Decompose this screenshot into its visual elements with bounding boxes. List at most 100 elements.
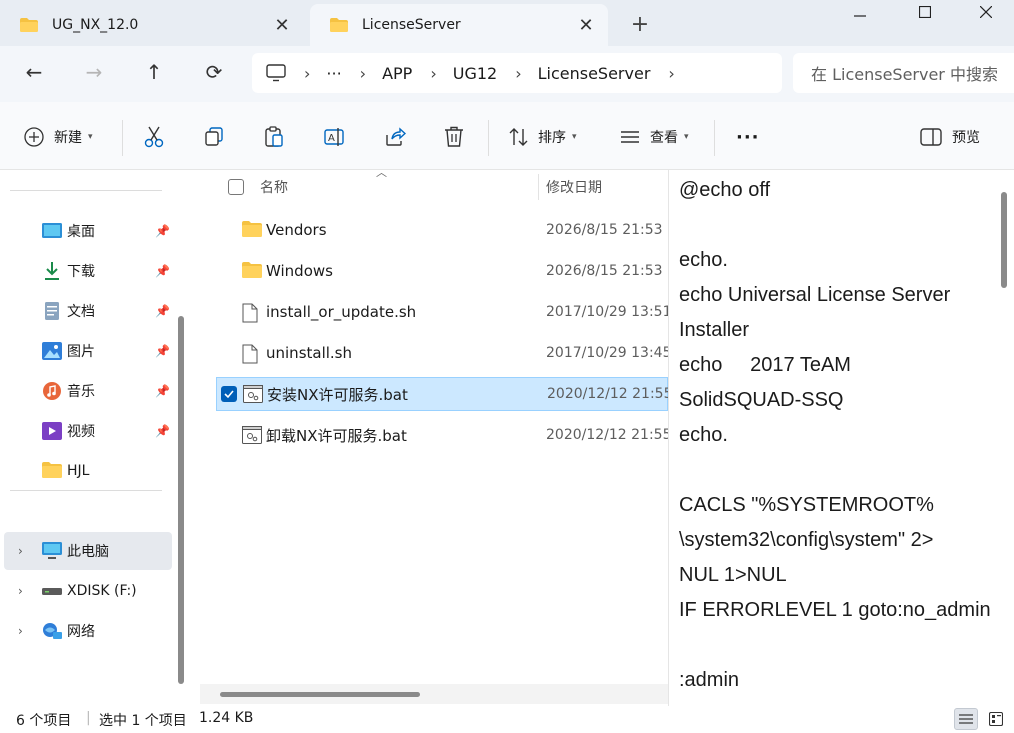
up-arrow-icon[interactable]: ↑ <box>136 58 172 86</box>
status-divider: | <box>86 710 91 726</box>
minimize-icon[interactable] <box>838 0 882 24</box>
sidebar-scrollbar[interactable] <box>178 316 184 684</box>
video-icon <box>42 422 62 440</box>
breadcrumb-item-licenseserver[interactable]: LicenseServer <box>538 64 651 83</box>
sidebar-item-label: 网络 <box>67 624 95 640</box>
horizontal-scrollbar[interactable] <box>220 692 420 697</box>
share-button[interactable] <box>384 124 406 150</box>
tab-label: UG_NX_12.0 <box>52 17 139 33</box>
tab-licenseserver[interactable]: LicenseServer ✕ <box>310 4 608 46</box>
copy-button[interactable] <box>204 124 224 150</box>
details-view-icon[interactable] <box>954 708 978 730</box>
sidebar-item-label: 文档 <box>67 304 95 320</box>
rename-button[interactable]: A <box>324 124 346 150</box>
chevron-right-icon[interactable]: › <box>18 544 23 558</box>
plus-circle-icon <box>24 127 44 147</box>
sidebar-item-desktop[interactable]: 桌面 📌 <box>4 212 172 250</box>
chevron-right-icon[interactable]: › <box>18 584 23 598</box>
selection-count: 选中 1 个项目 <box>99 713 187 729</box>
sidebar-item-label: 此电脑 <box>67 544 109 560</box>
sidebar-item-downloads[interactable]: 下载 📌 <box>4 252 172 290</box>
folder-icon <box>20 18 38 32</box>
tiles-view-icon[interactable] <box>984 708 1008 730</box>
pin-icon[interactable]: 📌 <box>155 344 170 358</box>
pin-icon[interactable]: 📌 <box>155 224 170 238</box>
breadcrumb-item-app[interactable]: APP <box>382 64 412 83</box>
sidebar-item-this-pc[interactable]: › 此电脑 <box>4 532 172 570</box>
pin-icon[interactable]: 📌 <box>155 264 170 278</box>
column-header-modified[interactable]: 修改日期 <box>546 170 602 204</box>
preview-scrollbar[interactable] <box>1001 192 1007 288</box>
sidebar-item-pictures[interactable]: 图片 📌 <box>4 332 172 370</box>
sidebar-item-label: 视频 <box>67 424 95 440</box>
chevron-right-icon: › <box>304 63 311 83</box>
new-button[interactable]: 新建 ▾ <box>24 124 93 150</box>
delete-button[interactable] <box>444 124 464 150</box>
file-list: ︿ 名称 修改日期 Vendors 2026/8/15 21:53 Window… <box>194 166 673 706</box>
clipboard-icon <box>264 126 284 148</box>
sidebar-item-videos[interactable]: 视频 📌 <box>4 412 172 450</box>
address-bar: ← → ↑ ⟳ › ··· › APP › UG12 › LicenseServ… <box>0 46 1014 102</box>
status-bar: 6 个项目 | 选中 1 个项目 1.24 KB <box>0 706 1014 733</box>
more-options-button[interactable]: ··· <box>736 124 760 150</box>
this-pc-icon <box>42 542 62 560</box>
sort-icon <box>508 127 530 147</box>
table-row[interactable]: Windows 2026/8/15 21:53 <box>216 254 668 288</box>
search-input[interactable]: 在 LicenseServer 中搜索 <box>793 53 1014 93</box>
chevron-right-icon[interactable]: › <box>18 624 23 638</box>
breadcrumb-item-ug12[interactable]: UG12 <box>453 64 497 83</box>
back-arrow-icon[interactable]: ← <box>16 58 52 86</box>
table-row[interactable]: Vendors 2026/8/15 21:53 <box>216 213 668 247</box>
sort-button[interactable]: 排序 ▾ <box>508 124 577 150</box>
table-row[interactable]: install_or_update.sh 2017/10/29 13:51 <box>216 295 672 329</box>
table-row-selected[interactable]: 安装NX许可服务.bat 2020/12/12 21:55 <box>216 377 673 411</box>
file-date: 2017/10/29 13:45 <box>546 345 672 361</box>
item-count: 6 个项目 <box>16 713 72 729</box>
new-label: 新建 <box>54 130 82 146</box>
list-view-icon <box>620 129 640 145</box>
row-checkbox[interactable] <box>221 386 237 402</box>
sidebar-item-hjl[interactable]: HJL <box>4 452 172 490</box>
sidebar-item-label: HJL <box>67 463 90 479</box>
cut-button[interactable] <box>144 124 164 150</box>
maximize-icon[interactable] <box>903 0 947 24</box>
table-row[interactable]: 卸载NX许可服务.bat 2020/12/12 21:55 <box>216 418 672 452</box>
rename-icon: A <box>324 127 346 147</box>
tab-close-icon[interactable]: ✕ <box>576 15 596 36</box>
tab-close-icon[interactable]: ✕ <box>272 15 292 36</box>
divider <box>10 190 162 191</box>
preview-pane-button[interactable]: 预览 <box>920 124 980 150</box>
header-checkbox[interactable] <box>228 170 244 204</box>
tab-ug-nx[interactable]: UG_NX_12.0 ✕ <box>0 4 304 46</box>
navigation-pane: 桌面 📌 下载 📌 文档 📌 图片 📌 音乐 📌 视频 📌 HJL › 此电脑 … <box>0 170 190 706</box>
chevron-down-icon: ▾ <box>572 132 577 142</box>
close-icon[interactable] <box>964 0 1008 24</box>
paste-button[interactable] <box>264 124 284 150</box>
column-divider[interactable] <box>538 174 539 200</box>
picture-icon <box>42 342 62 360</box>
preview-pane: @echo off echo. echo Universal License S… <box>668 170 1014 706</box>
sidebar-item-xdisk[interactable]: › XDISK (F:) <box>4 572 172 610</box>
pin-icon[interactable]: 📌 <box>155 424 170 438</box>
pin-icon[interactable]: 📌 <box>155 304 170 318</box>
chevron-down-icon: ▾ <box>684 132 689 142</box>
sidebar-item-music[interactable]: 音乐 📌 <box>4 372 172 410</box>
breadcrumb[interactable]: › ··· › APP › UG12 › LicenseServer › <box>252 53 782 93</box>
column-header-name[interactable]: 名称 <box>260 170 288 204</box>
batch-file-icon <box>243 385 263 403</box>
sidebar-item-documents[interactable]: 文档 📌 <box>4 292 172 330</box>
table-row[interactable]: uninstall.sh 2017/10/29 13:45 <box>216 336 672 370</box>
sort-ascending-icon: ︿ <box>376 166 387 179</box>
desktop-icon <box>42 222 62 240</box>
refresh-icon[interactable]: ⟳ <box>196 58 232 86</box>
file-icon <box>242 344 260 364</box>
new-tab-icon[interactable]: + <box>626 12 654 37</box>
forward-arrow-icon[interactable]: → <box>76 58 112 86</box>
divider <box>714 120 715 156</box>
view-button[interactable]: 查看 ▾ <box>620 124 689 150</box>
folder-icon <box>42 462 62 480</box>
sidebar-item-network[interactable]: › 网络 <box>4 612 172 650</box>
pin-icon[interactable]: 📌 <box>155 384 170 398</box>
breadcrumb-overflow[interactable]: ··· <box>326 64 341 83</box>
chevron-down-icon: ▾ <box>88 132 93 142</box>
